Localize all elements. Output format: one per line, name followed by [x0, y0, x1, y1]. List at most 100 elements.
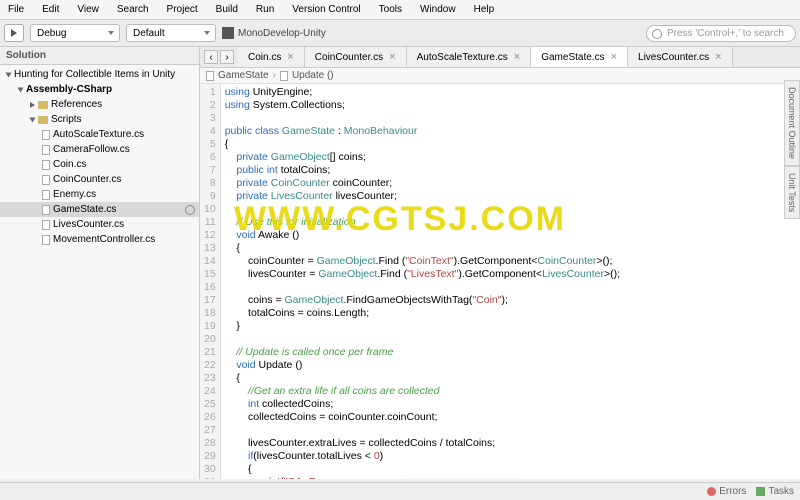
close-icon[interactable]: × — [287, 51, 293, 63]
errors-button[interactable]: Errors — [707, 486, 746, 497]
file-icon — [42, 205, 50, 215]
file-label: Coin.cs — [53, 159, 86, 170]
menu-version-control[interactable]: Version Control — [288, 2, 364, 17]
solution-header: Solution — [0, 47, 199, 65]
tab-label: GameState.cs — [541, 52, 604, 63]
menu-view[interactable]: View — [73, 2, 103, 17]
tree-label: Scripts — [51, 114, 82, 125]
close-icon[interactable]: × — [715, 51, 721, 63]
dock-tab-unit-tests[interactable]: Unit Tests — [784, 166, 800, 219]
code-line[interactable] — [225, 203, 796, 216]
file-item[interactable]: GameState.cs — [0, 202, 199, 217]
tab-label: CoinCounter.cs — [315, 52, 383, 63]
project-node[interactable]: Assembly-CSharp — [0, 82, 199, 97]
code-line[interactable]: private LivesCounter livesCounter; — [225, 190, 796, 203]
file-icon — [42, 220, 50, 230]
code-line[interactable]: coinCounter = GameObject.Find ("CoinText… — [225, 255, 796, 268]
editor-tab[interactable]: LivesCounter.cs× — [628, 47, 733, 67]
menu-window[interactable]: Window — [416, 2, 460, 17]
menu-project[interactable]: Project — [163, 2, 202, 17]
breadcrumb-method[interactable]: Update () — [292, 70, 334, 81]
file-item[interactable]: MovementController.cs — [0, 232, 199, 247]
code-line[interactable]: { — [225, 372, 796, 385]
close-icon[interactable]: × — [389, 51, 395, 63]
scripts-folder[interactable]: Scripts — [0, 112, 199, 127]
editor-tab[interactable]: CoinCounter.cs × — [305, 47, 407, 67]
breadcrumb-class[interactable]: GameState — [218, 70, 269, 81]
file-label: CameraFollow.cs — [53, 144, 130, 155]
toolbar: Debug Default MonoDevelop-Unity Press 'C… — [0, 20, 800, 47]
code-line[interactable]: totalCoins = coins.Length; — [225, 307, 796, 320]
solution-root[interactable]: Hunting for Collectible Items in Unity — [0, 67, 199, 82]
code-line[interactable]: private CoinCounter coinCounter; — [225, 177, 796, 190]
gear-icon[interactable] — [185, 205, 195, 215]
code-line[interactable]: if(livesCounter.totalLives < 0) — [225, 450, 796, 463]
menu-edit[interactable]: Edit — [38, 2, 63, 17]
file-item[interactable]: CameraFollow.cs — [0, 142, 199, 157]
file-label: LivesCounter.cs — [53, 219, 124, 230]
code-line[interactable]: public class GameState : MonoBehaviour — [225, 125, 796, 138]
tree-label: References — [51, 99, 102, 110]
menu-file[interactable]: File — [4, 2, 28, 17]
code-line[interactable]: // Use this for initialization — [225, 216, 796, 229]
editor-tab[interactable]: GameState.cs × — [531, 47, 628, 67]
code-line[interactable]: collectedCoins = coinCounter.coinCount; — [225, 411, 796, 424]
tab-next-button[interactable]: › — [220, 50, 234, 64]
search-input[interactable]: Press 'Control+,' to search — [646, 25, 796, 42]
close-icon[interactable]: × — [611, 51, 617, 63]
code-line[interactable] — [225, 112, 796, 125]
file-item[interactable]: Coin.cs — [0, 157, 199, 172]
menu-build[interactable]: Build — [212, 2, 242, 17]
run-button[interactable] — [4, 24, 24, 42]
class-icon — [206, 71, 214, 81]
menu-tools[interactable]: Tools — [375, 2, 406, 17]
file-item[interactable]: CoinCounter.cs — [0, 172, 199, 187]
code-line[interactable]: { — [225, 138, 796, 151]
code-line[interactable]: using UnityEngine; — [225, 86, 796, 99]
config-dropdown[interactable]: Debug — [30, 24, 120, 42]
editor-area: ‹ › Coin.cs×CoinCounter.cs×AutoScaleText… — [200, 47, 800, 479]
code-editor[interactable]: 1234567891011121314151617181920212223242… — [200, 84, 800, 479]
menubar: File Edit View Search Project Build Run Version… — [0, 0, 800, 20]
file-item[interactable]: AutoScaleTexture.cs — [0, 127, 199, 142]
code-line[interactable] — [225, 281, 796, 294]
menu-search[interactable]: Search — [113, 2, 153, 17]
references-folder[interactable]: References — [0, 97, 199, 112]
chevron-right-icon — [30, 102, 35, 108]
code-line[interactable]: using System.Collections; — [225, 99, 796, 112]
close-icon[interactable]: × — [514, 51, 520, 63]
solution-tree: Hunting for Collectible Items in Unity A… — [0, 65, 199, 479]
editor-tab[interactable]: AutoScaleTexture.cs × — [407, 47, 532, 67]
code-line[interactable]: int collectedCoins; — [225, 398, 796, 411]
code-line[interactable]: // Update is called once per frame — [225, 346, 796, 359]
line-gutter: 1234567891011121314151617181920212223242… — [200, 84, 221, 479]
tab-prev-button[interactable]: ‹ — [204, 50, 218, 64]
code-line[interactable]: } — [225, 320, 796, 333]
tab-label: AutoScaleTexture.cs — [417, 52, 508, 63]
task-icon — [756, 487, 765, 496]
code-line[interactable]: livesCounter = GameObject.Find ("LivesTe… — [225, 268, 796, 281]
code-line[interactable] — [225, 424, 796, 437]
code-line[interactable]: public int totalCoins; — [225, 164, 796, 177]
file-label: Enemy.cs — [53, 189, 96, 200]
code-line[interactable]: { — [225, 242, 796, 255]
code-line[interactable]: void Awake () — [225, 229, 796, 242]
tasks-button[interactable]: Tasks — [756, 486, 794, 497]
menu-run[interactable]: Run — [252, 2, 278, 17]
code-line[interactable]: { — [225, 463, 796, 476]
target-dropdown[interactable]: Default — [126, 24, 216, 42]
file-item[interactable]: Enemy.cs — [0, 187, 199, 202]
code-line[interactable] — [225, 333, 796, 346]
code-line[interactable]: coins = GameObject.FindGameObjectsWithTa… — [225, 294, 796, 307]
code-line[interactable]: void Update () — [225, 359, 796, 372]
menu-help[interactable]: Help — [470, 2, 499, 17]
file-label: GameState.cs — [53, 204, 116, 215]
code-line[interactable]: private GameObject[] coins; — [225, 151, 796, 164]
dock-tab-document-outline[interactable]: Document Outline — [784, 80, 800, 166]
editor-tab[interactable]: Coin.cs× — [238, 47, 305, 67]
code-line[interactable]: //Get an extra life if all coins are col… — [225, 385, 796, 398]
code-line[interactable]: livesCounter.extraLives = collectedCoins… — [225, 437, 796, 450]
method-icon — [280, 71, 288, 81]
file-item[interactable]: LivesCounter.cs — [0, 217, 199, 232]
code-body[interactable]: using UnityEngine;using System.Collectio… — [221, 84, 800, 479]
